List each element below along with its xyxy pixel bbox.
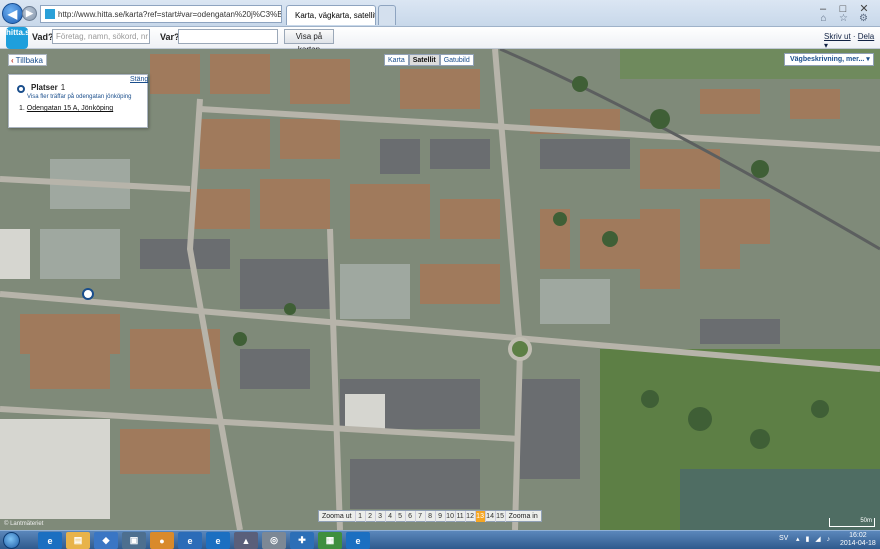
back-arrow-icon: ‹ [11, 55, 14, 65]
zoom-in-button[interactable]: Zooma in [504, 510, 541, 522]
zoom-level-6[interactable]: 6 [404, 510, 415, 522]
var-label: Var? [160, 32, 180, 42]
gear-icon[interactable]: ⚙ [858, 13, 869, 24]
directions-button[interactable]: Vägbeskrivning, mer... ▾ [784, 53, 874, 66]
app2-taskbar-icon[interactable]: ▣ [122, 532, 146, 549]
zoom-out-button[interactable]: Zooma ut [319, 511, 355, 522]
result-link[interactable]: Odengatan 15 A, Jönköping [27, 105, 113, 112]
taskbar: e ▤ ◆ ▣ ● e e ▲ ◎ ✚ ▦ e SV ▴ ▮ ◢ ♪ 16:02… [0, 530, 880, 549]
back-button[interactable]: ◀ [2, 3, 23, 24]
satellite-map[interactable]: ‹ Tillbaka Stäng Platser 1 Visa fler träf… [0, 49, 880, 530]
map-type-switcher: Karta Satellit Gatubild [384, 54, 474, 66]
address-bar[interactable]: http://www.hitta.se/karta?ref=start#var=… [40, 5, 282, 23]
forward-arrow-icon: ▶ [26, 8, 33, 18]
results-panel: Stäng Platser 1 Visa fler träffar på oden… [8, 74, 148, 128]
zoom-levels: 1 2 3 4 5 6 7 8 9 10 11 12 13 14 15 [354, 510, 505, 522]
app3-taskbar-icon[interactable]: ● [150, 532, 174, 549]
print-share-links: Skriv ut · Dela ▾ [824, 32, 875, 50]
more-results-link[interactable]: Visa fler träffar på odengatan jönköping [27, 94, 132, 100]
zoom-level-13[interactable]: 13 [474, 510, 485, 522]
vad-label: Vad? [32, 32, 54, 42]
share-link[interactable]: Dela [858, 32, 874, 41]
result-count: 1 [60, 83, 66, 92]
home-icon[interactable]: ⌂ [818, 13, 829, 24]
show-on-map-button[interactable]: Visa på kartan [284, 29, 334, 54]
vad-search-input[interactable]: Företag, namn, sökord, nr [52, 29, 150, 44]
hitta-logo[interactable]: hitta.se [6, 27, 34, 49]
tab-title: Karta, vägkarta, satellitbilde... [295, 11, 376, 20]
ie4-taskbar-icon[interactable]: e [346, 532, 370, 549]
zoom-bar: Zooma ut 1 2 3 4 5 6 7 8 9 10 11 12 13 14 15 Zooma in [318, 510, 542, 522]
zoom-level-4[interactable]: 4 [384, 510, 395, 522]
site-header: hitta.se Vad? Företag, namn, sökord, nr … [0, 27, 880, 54]
folder-taskbar-icon[interactable]: ▤ [66, 532, 90, 549]
tray-icons[interactable]: ▴ ▮ ◢ ♪ [796, 535, 832, 543]
close-panel-link[interactable]: Stäng [130, 76, 148, 83]
scale-bar: 50m [829, 518, 875, 527]
map-type-karta[interactable]: Karta [384, 54, 409, 66]
clock[interactable]: 16:02 2014-04-18 [840, 532, 876, 548]
browser-tab-active[interactable]: Karta, vägkarta, satellitbilde... × [286, 5, 376, 25]
forward-button[interactable]: ▶ [22, 6, 37, 21]
var-search-input[interactable] [178, 29, 278, 44]
clock-time: 16:02 [849, 532, 867, 539]
zoom-level-3[interactable]: 3 [374, 510, 385, 522]
print-link[interactable]: Skriv ut [824, 32, 851, 41]
ie2-taskbar-icon[interactable]: e [178, 532, 202, 549]
zoom-level-2[interactable]: 2 [364, 510, 375, 522]
app7-taskbar-icon[interactable]: ▦ [318, 532, 342, 549]
app6-taskbar-icon[interactable]: ✚ [290, 532, 314, 549]
copyright: © Lantmäteriet [4, 521, 44, 527]
result-item[interactable]: 1. Odengatan 15 A, Jönköping [19, 105, 113, 112]
zoom-level-10[interactable]: 10 [444, 510, 455, 522]
site-favicon-icon [45, 9, 55, 19]
zoom-level-15[interactable]: 15 [494, 510, 505, 522]
new-tab-button[interactable] [378, 5, 396, 25]
app-taskbar-icon[interactable]: ◆ [94, 532, 118, 549]
map-type-gatubild[interactable]: Gatubild [439, 54, 474, 66]
browser-toolbar: ◀ ▶ http://www.hitta.se/karta?ref=start#… [0, 0, 880, 27]
address-text: http://www.hitta.se/karta?ref=start#var=… [58, 9, 282, 19]
panel-title: Platser 1 [31, 83, 66, 92]
favorites-star-icon[interactable]: ☆ [838, 13, 849, 24]
ie-taskbar-icon[interactable]: e [38, 532, 62, 549]
back-to-search-button[interactable]: ‹ Tillbaka [8, 54, 47, 66]
zoom-level-9[interactable]: 9 [434, 510, 445, 522]
zoom-level-8[interactable]: 8 [424, 510, 435, 522]
zoom-level-14[interactable]: 14 [484, 510, 495, 522]
ie3-taskbar-icon[interactable]: e [206, 532, 230, 549]
app5-taskbar-icon[interactable]: ◎ [262, 532, 286, 549]
map-type-satellit[interactable]: Satellit [408, 54, 440, 66]
zoom-level-1[interactable]: 1 [354, 510, 365, 522]
location-pin-icon [17, 85, 25, 93]
zoom-level-5[interactable]: 5 [394, 510, 405, 522]
language-indicator[interactable]: SV [779, 535, 788, 542]
app4-taskbar-icon[interactable]: ▲ [234, 532, 258, 549]
start-button[interactable] [3, 532, 20, 549]
zoom-level-11[interactable]: 11 [454, 510, 465, 522]
zoom-level-12[interactable]: 12 [464, 510, 475, 522]
zoom-level-7[interactable]: 7 [414, 510, 425, 522]
back-arrow-icon: ◀ [7, 6, 18, 21]
clock-date: 2014-04-18 [840, 540, 876, 547]
